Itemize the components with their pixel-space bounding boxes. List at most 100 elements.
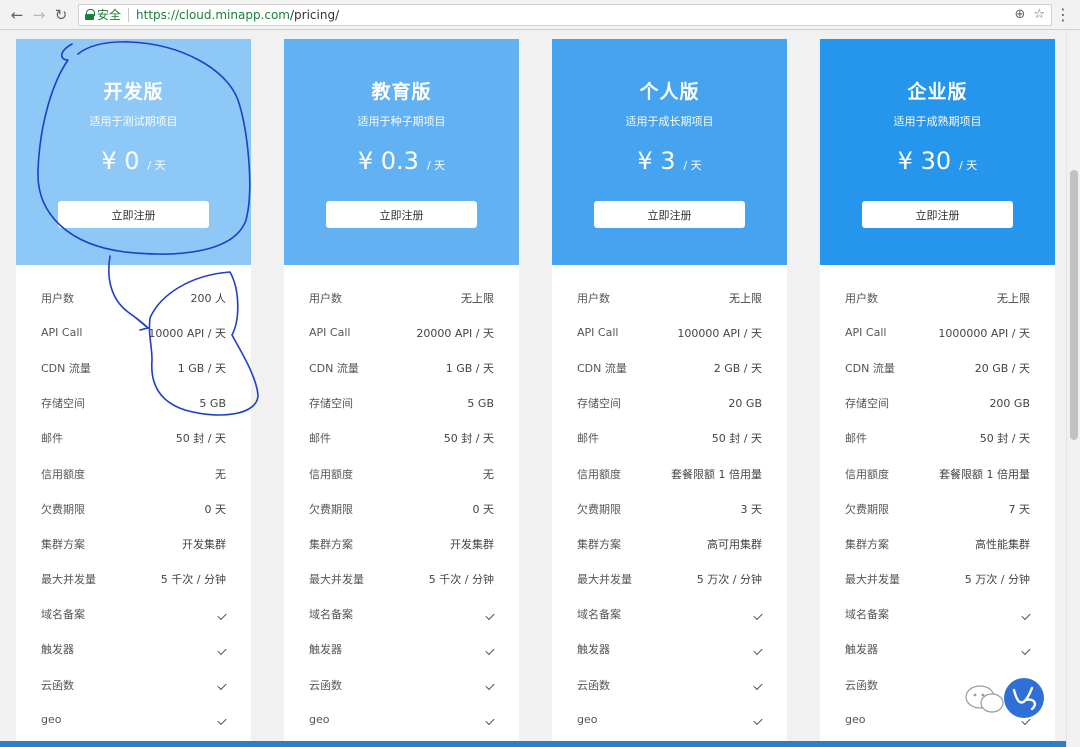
price-row: ¥ 3 / 天 bbox=[637, 147, 701, 175]
plan-name: 教育版 bbox=[371, 81, 432, 103]
feature-label: CDN 流量 bbox=[41, 361, 91, 375]
feature-row: 最大并发量 5 千次 / 分钟 bbox=[41, 562, 226, 597]
pricing-card: 开发版 适用于测试期项目 ¥ 0 / 天 立即注册 用户数 200 人 API … bbox=[16, 39, 251, 747]
feature-check-icon bbox=[485, 678, 495, 691]
url-host: https://cloud.minapp.com bbox=[136, 7, 290, 22]
zoom-icon[interactable]: ⊕ bbox=[1014, 7, 1025, 22]
feature-value: 无 bbox=[483, 467, 494, 481]
feature-row: 集群方案 高性能集群 bbox=[845, 526, 1030, 561]
address-separator bbox=[128, 7, 130, 22]
feature-value: 开发集群 bbox=[182, 537, 226, 551]
feature-label: 存储空间 bbox=[309, 397, 353, 411]
feature-label: 集群方案 bbox=[41, 537, 85, 551]
pricing-card-header: 企业版 适用于成熟期项目 ¥ 30 / 天 立即注册 bbox=[820, 39, 1055, 265]
feature-check-icon bbox=[485, 643, 495, 656]
feature-row: 域名备案 bbox=[41, 597, 227, 632]
signup-button[interactable]: 立即注册 bbox=[594, 201, 745, 228]
feature-row: 域名备案 bbox=[309, 597, 495, 632]
pricing-page: 开发版 适用于测试期项目 ¥ 0 / 天 立即注册 用户数 200 人 API … bbox=[0, 30, 1066, 747]
feature-label: 最大并发量 bbox=[845, 573, 900, 587]
feature-value: 50 封 / 天 bbox=[711, 432, 762, 446]
bookmark-star-icon[interactable]: ☆ bbox=[1033, 7, 1045, 22]
feature-check-icon bbox=[1021, 643, 1031, 656]
vertical-scrollbar[interactable] bbox=[1066, 30, 1080, 747]
feature-label: 欠费期限 bbox=[41, 502, 85, 516]
feature-label: 触发器 bbox=[577, 643, 610, 657]
signup-button[interactable]: 立即注册 bbox=[326, 201, 477, 228]
lock-icon bbox=[85, 9, 95, 20]
feature-label: CDN 流量 bbox=[577, 361, 627, 375]
feature-row: 存储空间 5 GB bbox=[41, 386, 226, 421]
feature-check-icon bbox=[753, 608, 763, 621]
feature-value: 50 封 / 天 bbox=[443, 432, 494, 446]
feature-row: 最大并发量 5 万次 / 分钟 bbox=[577, 562, 762, 597]
feature-check-icon bbox=[217, 608, 227, 621]
signup-button[interactable]: 立即注册 bbox=[58, 201, 209, 228]
feature-row: 最大并发量 5 万次 / 分钟 bbox=[845, 562, 1030, 597]
browser-menu-button[interactable]: ⋮ bbox=[1052, 5, 1074, 24]
feature-label: 存储空间 bbox=[41, 397, 85, 411]
feature-label: 最大并发量 bbox=[41, 573, 96, 587]
feature-value: 1 GB / 天 bbox=[445, 361, 494, 375]
feature-row: 集群方案 高可用集群 bbox=[577, 526, 762, 561]
feature-value: 无上限 bbox=[461, 291, 494, 305]
feature-value: 50 封 / 天 bbox=[175, 432, 226, 446]
feature-value: 无 bbox=[215, 467, 226, 481]
reload-button[interactable]: ↻ bbox=[50, 4, 72, 26]
bottom-accent-strip bbox=[0, 741, 1066, 747]
security-indicator[interactable]: 安全 bbox=[85, 6, 121, 23]
feature-value: 0 天 bbox=[472, 502, 495, 516]
secure-label: 安全 bbox=[97, 8, 122, 22]
feature-row: geo bbox=[41, 702, 227, 737]
feature-value: 套餐限额 1 倍用量 bbox=[939, 467, 1030, 481]
feature-label: 欠费期限 bbox=[309, 502, 353, 516]
feature-value: 5 万次 / 分钟 bbox=[964, 573, 1030, 587]
feature-value: 50 封 / 天 bbox=[979, 432, 1030, 446]
feature-list: 用户数 200 人 API Call 10000 API / 天 CDN 流量 … bbox=[16, 280, 251, 737]
feature-list: 用户数 无上限 API Call 1000000 API / 天 CDN 流量 … bbox=[820, 280, 1055, 737]
feature-label: 用户数 bbox=[41, 291, 74, 305]
feature-check-icon bbox=[217, 678, 227, 691]
feature-label: 存储空间 bbox=[577, 397, 621, 411]
feature-check-icon bbox=[217, 643, 227, 656]
feature-label: 云函数 bbox=[309, 678, 342, 692]
pricing-card: 个人版 适用于成长期项目 ¥ 3 / 天 立即注册 用户数 无上限 API Ca… bbox=[552, 39, 787, 747]
feature-row: API Call 20000 API / 天 bbox=[309, 315, 494, 350]
feature-row: 信用额度 套餐限额 1 倍用量 bbox=[577, 456, 762, 491]
feature-label: 触发器 bbox=[309, 643, 342, 657]
price-unit: / 天 bbox=[426, 159, 446, 172]
feature-value: 0 天 bbox=[204, 502, 227, 516]
feature-value: 5 千次 / 分钟 bbox=[160, 573, 226, 587]
back-button[interactable]: ← bbox=[6, 4, 28, 26]
url-path: /pricing/ bbox=[290, 7, 340, 22]
feature-row: 域名备案 bbox=[845, 597, 1031, 632]
forward-button[interactable]: → bbox=[28, 4, 50, 26]
signup-button[interactable]: 立即注册 bbox=[862, 201, 1013, 228]
scrollbar-thumb[interactable] bbox=[1070, 170, 1078, 440]
feature-row: API Call 100000 API / 天 bbox=[577, 315, 762, 350]
feature-value: 3 天 bbox=[740, 502, 763, 516]
feature-row: 信用额度 无 bbox=[41, 456, 226, 491]
feature-check-icon bbox=[485, 713, 495, 726]
address-bar[interactable]: 安全 https://cloud.minapp.com/pricing/ ⊕ ☆ bbox=[78, 3, 1052, 26]
feature-value: 2 GB / 天 bbox=[713, 361, 762, 375]
feature-label: 信用额度 bbox=[577, 467, 621, 481]
feature-label: API Call bbox=[309, 326, 351, 340]
plan-description: 适用于成熟期项目 bbox=[893, 115, 982, 128]
feature-label: geo bbox=[41, 713, 62, 727]
feature-label: 最大并发量 bbox=[577, 573, 632, 587]
plan-price: ¥ 0.3 bbox=[357, 147, 419, 175]
pricing-card-header: 教育版 适用于种子期项目 ¥ 0.3 / 天 立即注册 bbox=[284, 39, 519, 265]
feature-row: CDN 流量 2 GB / 天 bbox=[577, 350, 762, 385]
feature-row: 集群方案 开发集群 bbox=[309, 526, 494, 561]
feature-label: 存储空间 bbox=[845, 397, 889, 411]
feature-value: 20000 API / 天 bbox=[416, 326, 494, 340]
feature-row: 邮件 50 封 / 天 bbox=[577, 421, 762, 456]
more-vertical-icon: ⋮ bbox=[1055, 5, 1071, 24]
feature-check-icon bbox=[217, 713, 227, 726]
feature-row: 邮件 50 封 / 天 bbox=[309, 421, 494, 456]
pricing-card: 企业版 适用于成熟期项目 ¥ 30 / 天 立即注册 用户数 无上限 API C… bbox=[820, 39, 1055, 747]
pricing-card-header: 开发版 适用于测试期项目 ¥ 0 / 天 立即注册 bbox=[16, 39, 251, 265]
plan-name: 企业版 bbox=[907, 81, 968, 103]
feature-value: 7 天 bbox=[1008, 502, 1031, 516]
